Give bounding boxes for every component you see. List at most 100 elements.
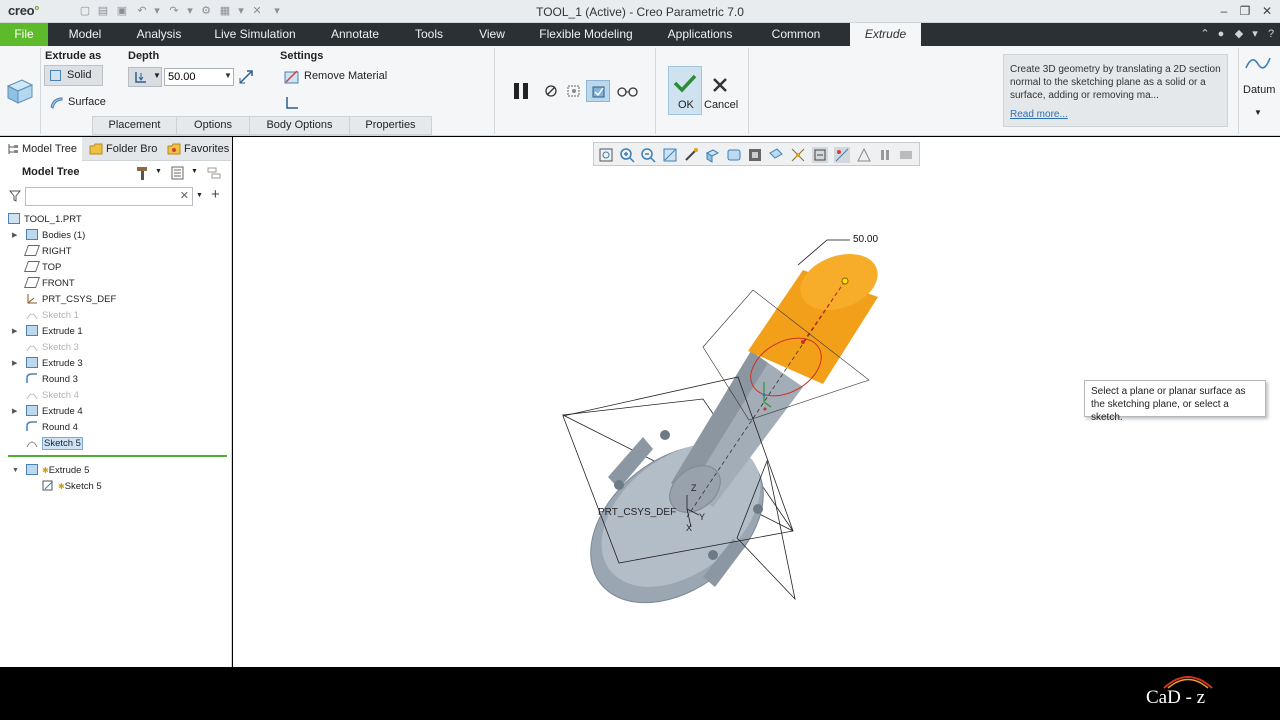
help-text: Create 3D geometry by translating a 2D s… — [1010, 64, 1221, 101]
tree-item-sketch[interactable]: Sketch 4 — [26, 388, 79, 403]
glasses-icon[interactable] — [617, 84, 639, 98]
tree-item-extrude[interactable]: Extrude 3 — [26, 356, 83, 371]
cancel-button[interactable]: Cancel — [704, 66, 740, 115]
clear-search-icon[interactable]: ✕ — [180, 189, 189, 202]
menu-live-simulation[interactable]: Live Simulation — [206, 23, 304, 46]
part-icon — [8, 213, 20, 224]
expand-icon[interactable]: ▶ — [12, 324, 20, 339]
restore-icon[interactable]: ❐ — [1236, 3, 1254, 19]
open-file-icon[interactable]: ▤ — [96, 4, 110, 18]
new-file-icon[interactable]: ▢ — [78, 4, 92, 18]
learning-icon[interactable]: ◆ — [1232, 27, 1246, 41]
datum-dropdown-icon[interactable]: ▼ — [1254, 108, 1262, 117]
tree-item-part[interactable]: TOOL_1.PRT — [8, 212, 82, 227]
tab-folder-browser[interactable]: Folder Bro — [84, 137, 160, 161]
tab-model-tree[interactable]: Model Tree — [0, 137, 82, 161]
windows-icon[interactable]: ▦ — [218, 4, 232, 18]
datum-curve-icon[interactable] — [1244, 52, 1272, 76]
expand-icon[interactable]: ▶ — [12, 228, 20, 243]
tree-item-datum-plane[interactable]: RIGHT — [23, 244, 72, 259]
tree-item-csys[interactable]: PRT_CSYS_DEF — [26, 292, 116, 307]
tree-item-current-extrude[interactable]: ✱Extrude 5 — [26, 463, 89, 478]
close-icon[interactable]: ✕ — [1258, 3, 1276, 19]
tree-item-sketch[interactable]: Sketch 1 — [26, 308, 79, 323]
tab-options[interactable]: Options — [176, 116, 250, 135]
ok-button[interactable]: OK — [668, 66, 702, 115]
save-icon[interactable]: ▣ — [115, 4, 129, 18]
tools-dropdown-icon[interactable]: ▼ — [155, 168, 162, 175]
pause-icon[interactable] — [512, 81, 532, 101]
close-window-icon[interactable]: ✕ — [250, 4, 264, 18]
menu-flexible-modeling[interactable]: Flexible Modeling — [532, 23, 640, 46]
flip-direction-icon[interactable] — [238, 69, 254, 85]
show-settings-icon[interactable] — [170, 165, 186, 181]
depth-drag-handle[interactable] — [841, 277, 849, 285]
menu-tools[interactable]: Tools — [406, 23, 452, 46]
settings-dropdown-icon[interactable]: ▼ — [191, 168, 198, 175]
menu-extrude[interactable]: Extrude — [850, 23, 921, 46]
sketch-icon — [26, 309, 38, 320]
minimize-icon[interactable]: – — [1215, 3, 1233, 19]
insert-here-indicator[interactable] — [8, 455, 227, 457]
tree-item-round[interactable]: Round 4 — [26, 420, 78, 435]
filter-icon[interactable] — [9, 190, 21, 202]
tree-item-extrude[interactable]: Extrude 4 — [26, 404, 83, 419]
regenerate-icon[interactable]: ⚙ — [199, 4, 213, 18]
redo-dropdown-icon[interactable]: ▾ — [183, 4, 197, 18]
tree-search-input[interactable]: ✕ — [25, 187, 193, 206]
tab-body-options[interactable]: Body Options — [249, 116, 350, 135]
tab-placement[interactable]: Placement — [92, 116, 177, 135]
customize-toolbar-icon[interactable]: ▾ — [270, 4, 284, 18]
menu-file[interactable]: File — [0, 23, 48, 46]
tree-item-sketch[interactable]: Sketch 3 — [26, 340, 79, 355]
tree-item-sketch-selected[interactable]: Sketch 5 — [26, 436, 83, 451]
axis-z-label: Z — [691, 483, 697, 493]
tree-item-label: Extrude 4 — [42, 406, 83, 417]
round-icon — [26, 421, 38, 432]
tree-filters-icon[interactable] — [206, 165, 224, 181]
undo-dropdown-icon[interactable]: ▾ — [150, 4, 164, 18]
menu-analysis[interactable]: Analysis — [128, 23, 190, 46]
menu-applications[interactable]: Applications — [658, 23, 742, 46]
undo-icon[interactable]: ↶ — [135, 4, 149, 18]
graphics-viewport[interactable]: 50.00 PRT_CSYS_DEF Z Y X Select a plane … — [233, 137, 1280, 667]
menu-annotate[interactable]: Annotate — [322, 23, 388, 46]
tree-item-extrude[interactable]: Extrude 1 — [26, 324, 83, 339]
read-more-link[interactable]: Read more... — [1010, 108, 1221, 121]
learning-dropdown-icon[interactable]: ▾ — [1248, 27, 1262, 41]
tab-properties[interactable]: Properties — [349, 116, 432, 135]
collapse-icon[interactable]: ▼ — [12, 463, 20, 478]
menu-model[interactable]: Model — [56, 23, 114, 46]
tree-item-label: Sketch 3 — [42, 342, 79, 353]
remove-material-button[interactable]: Remove Material — [284, 68, 394, 86]
tree-item-current-sketch[interactable]: ✱Sketch 5 — [42, 479, 102, 494]
windows-dropdown-icon[interactable]: ▾ — [234, 4, 248, 18]
depth-dimension-label[interactable]: 50.00 — [853, 234, 878, 245]
search-dropdown-icon[interactable]: ▼ — [196, 192, 203, 199]
tools-hammer-icon[interactable] — [134, 165, 150, 181]
menu-view[interactable]: View — [470, 23, 514, 46]
solid-button[interactable]: Solid — [44, 65, 103, 86]
help-icon[interactable]: ? — [1264, 27, 1278, 41]
datum-label[interactable]: Datum — [1243, 84, 1275, 96]
verify-preview-button[interactable] — [586, 80, 610, 102]
expand-icon[interactable]: ▶ — [12, 356, 20, 371]
depth-label: Depth — [128, 50, 160, 62]
expand-icon[interactable]: ▶ — [12, 404, 20, 419]
collapse-ribbon-icon[interactable]: ⌃ — [1198, 27, 1212, 41]
tree-item-datum-plane[interactable]: FRONT — [23, 276, 75, 291]
redo-icon[interactable]: ↷ — [167, 4, 181, 18]
tab-favorites[interactable]: Favorites — [162, 137, 232, 161]
no-preview-icon[interactable] — [544, 84, 558, 98]
depth-dropdown-icon[interactable]: ▼ — [224, 71, 232, 80]
thicken-sketch-icon[interactable] — [285, 96, 299, 110]
tree-item-datum-plane[interactable]: TOP — [23, 260, 61, 275]
separate-preview-icon[interactable] — [565, 82, 583, 100]
add-icon[interactable]: + — [211, 186, 220, 203]
tree-item-bodies[interactable]: Bodies (1) — [26, 228, 85, 243]
tree-item-round[interactable]: Round 3 — [26, 372, 78, 387]
menu-common[interactable]: Common — [760, 23, 832, 46]
notification-icon[interactable]: ● — [1214, 27, 1228, 41]
depth-type-dropdown[interactable]: ▼ — [128, 67, 162, 87]
surface-button[interactable]: Surface — [44, 94, 114, 112]
